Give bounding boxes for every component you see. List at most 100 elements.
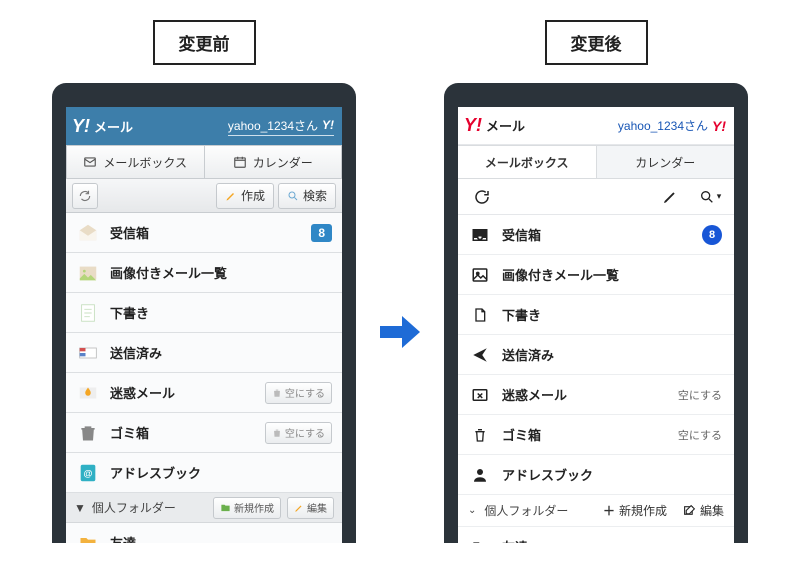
row-images[interactable]: 画像付きメール一覧 xyxy=(458,255,734,295)
toolbar: 作成 検索 xyxy=(66,179,342,213)
inbox-tray-icon xyxy=(470,225,490,245)
trash-empty-button[interactable]: 空にする xyxy=(265,422,332,444)
refresh-icon xyxy=(78,189,92,203)
trash-label: ゴミ箱 xyxy=(110,423,255,442)
tab-calendar-label: カレンダー xyxy=(253,154,313,171)
file-icon xyxy=(470,305,490,325)
contacts-label: アドレスブック xyxy=(502,465,722,484)
new-folder-button[interactable]: ＋ 新規作成 xyxy=(603,502,667,519)
row-drafts[interactable]: 下書き xyxy=(458,295,734,335)
magnifier-icon xyxy=(287,190,299,202)
user-label: yahoo_1234さん xyxy=(228,117,318,134)
spam-label: 迷惑メール xyxy=(502,385,666,404)
note-icon xyxy=(76,301,100,325)
after-panel: 変更後 Y! メール yahoo_1234さん Y! メールボックス xyxy=(444,20,748,543)
trash-empty-button[interactable]: 空にする xyxy=(678,427,722,443)
before-title: 変更前 xyxy=(153,20,256,65)
user-link[interactable]: yahoo_1234さん Y! xyxy=(228,117,334,136)
search-button[interactable]: ▾ xyxy=(698,185,722,209)
user-link[interactable]: yahoo_1234さん Y! xyxy=(618,117,726,134)
row-friends[interactable]: 友達 xyxy=(458,527,734,543)
row-trash[interactable]: ゴミ箱 空にする xyxy=(66,413,342,453)
row-trash[interactable]: ゴミ箱 空にする xyxy=(458,415,734,455)
phone-after: Y! メール yahoo_1234さん Y! メールボックス カレンダー xyxy=(444,83,748,543)
image-mail-icon xyxy=(76,261,100,285)
edit-folder-button[interactable]: 編集 xyxy=(287,497,334,519)
edit-label: 編集 xyxy=(307,500,327,515)
inbox-label: 受信箱 xyxy=(110,223,301,242)
row-spam[interactable]: 迷惑メール 空にする xyxy=(458,375,734,415)
row-spam[interactable]: 迷惑メール 空にする xyxy=(66,373,342,413)
spam-empty-button[interactable]: 空にする xyxy=(265,382,332,404)
inbox-badge: 8 xyxy=(702,225,722,245)
drafts-label: 下書き xyxy=(110,303,332,322)
new-folder-label: 新規作成 xyxy=(619,502,667,519)
brand[interactable]: Y! メール xyxy=(464,115,525,136)
personal-folder-label: 個人フォルダー xyxy=(92,499,207,516)
personal-folder-section[interactable]: ⌄ 個人フォルダー ＋ 新規作成 編集 xyxy=(458,495,734,527)
compose-button[interactable] xyxy=(658,185,682,209)
row-inbox[interactable]: 受信箱 8 xyxy=(458,215,734,255)
topbar: Y! メール yahoo_1234さん Y! xyxy=(66,107,342,145)
folder-list: 受信箱 8 画像付きメール一覧 下書き xyxy=(66,213,342,543)
new-folder-button[interactable]: 新規作成 xyxy=(213,497,281,519)
spam-envelope-x-icon xyxy=(470,385,490,405)
row-sent[interactable]: 送信済み xyxy=(458,335,734,375)
tab-calendar[interactable]: カレンダー xyxy=(596,145,735,178)
tab-mailbox[interactable]: メールボックス xyxy=(458,145,596,178)
screen-after: Y! メール yahoo_1234さん Y! メールボックス カレンダー xyxy=(458,107,734,543)
refresh-button[interactable] xyxy=(470,185,494,209)
yahoo-logo-icon: Y! xyxy=(464,115,482,136)
tabs: メールボックス カレンダー xyxy=(458,145,734,179)
row-images[interactable]: 画像付きメール一覧 xyxy=(66,253,342,293)
search-button[interactable]: 検索 xyxy=(278,183,336,209)
image-icon xyxy=(470,265,490,285)
after-title: 変更後 xyxy=(545,20,648,65)
brand[interactable]: Y! メール xyxy=(72,116,133,137)
user-label: yahoo_1234さん xyxy=(618,117,708,134)
envelope-open-icon xyxy=(76,221,100,245)
magnifier-icon xyxy=(699,189,715,205)
chevron-down-icon: ⌄ xyxy=(468,505,476,516)
mail-icon xyxy=(83,155,97,169)
compose-button[interactable]: 作成 xyxy=(216,183,274,209)
row-drafts[interactable]: 下書き xyxy=(66,293,342,333)
row-sent[interactable]: 送信済み xyxy=(66,333,342,373)
folder-icon xyxy=(76,531,100,544)
trash-empty-label: 空にする xyxy=(285,425,325,440)
yahoo-logo-icon: Y! xyxy=(72,116,90,137)
search-label: 検索 xyxy=(303,187,327,204)
inbox-badge: 8 xyxy=(311,224,332,242)
new-folder-label: 新規作成 xyxy=(234,500,274,515)
personal-folder-section[interactable]: ▼ 個人フォルダー 新規作成 編集 xyxy=(66,493,342,523)
screen-before: Y! メール yahoo_1234さん Y! メールボックス xyxy=(66,107,342,543)
edit-square-icon xyxy=(683,504,696,517)
edit-folder-button[interactable]: 編集 xyxy=(683,502,724,519)
pencil-icon xyxy=(662,189,678,205)
friends-label: 友達 xyxy=(502,537,722,543)
row-inbox[interactable]: 受信箱 8 xyxy=(66,213,342,253)
topbar: Y! メール yahoo_1234さん Y! xyxy=(458,107,734,145)
refresh-button[interactable] xyxy=(72,183,98,209)
compose-label: 作成 xyxy=(241,187,265,204)
tab-calendar[interactable]: カレンダー xyxy=(205,145,343,179)
pencil-small-icon xyxy=(294,503,304,513)
inbox-label: 受信箱 xyxy=(502,225,690,244)
tab-mailbox-label: メールボックス xyxy=(103,154,187,171)
tab-mailbox[interactable]: メールボックス xyxy=(66,145,205,179)
contacts-label: アドレスブック xyxy=(110,463,332,482)
drafts-label: 下書き xyxy=(502,305,722,324)
trash-icon xyxy=(76,421,100,445)
row-contacts[interactable]: @ アドレスブック xyxy=(66,453,342,493)
folder-outline-icon xyxy=(470,537,490,544)
spam-empty-label: 空にする xyxy=(285,385,325,400)
address-book-icon: @ xyxy=(76,461,100,485)
row-friends[interactable]: 友達 xyxy=(66,523,342,543)
spam-label: 迷惑メール xyxy=(110,383,255,402)
spam-empty-button[interactable]: 空にする xyxy=(678,387,722,403)
row-contacts[interactable]: アドレスブック xyxy=(458,455,734,495)
sent-label: 送信済み xyxy=(502,345,722,364)
personal-folder-label: 個人フォルダー xyxy=(484,502,595,519)
refresh-icon xyxy=(473,188,491,206)
plus-folder-icon xyxy=(220,502,231,513)
